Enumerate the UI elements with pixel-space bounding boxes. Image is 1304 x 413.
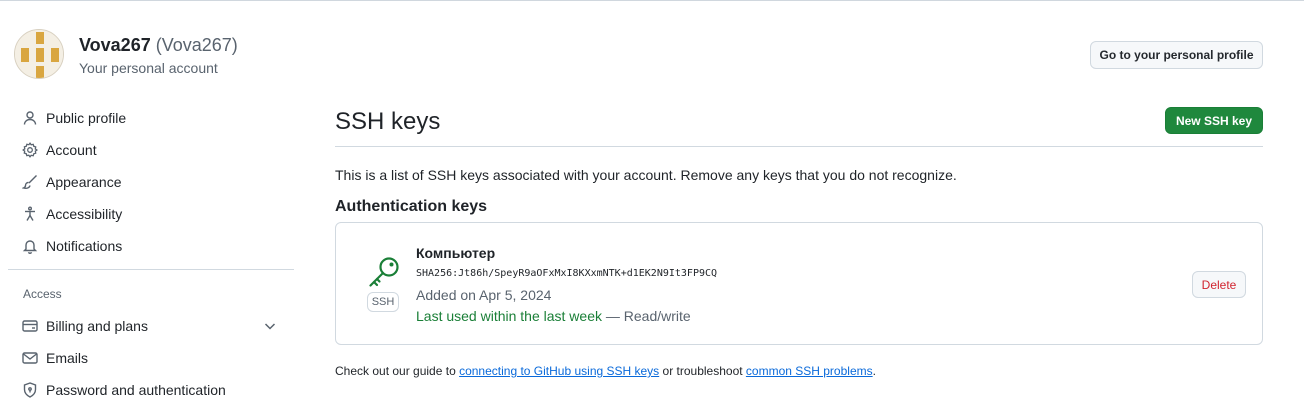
section-heading-authentication-keys: Authentication keys (335, 198, 488, 215)
key-added-date: Added on Apr 5, 2024 (416, 287, 552, 303)
sidebar-item-billing[interactable]: Billing and plans (17, 312, 292, 340)
footer-text-before: Check out our guide to (335, 364, 460, 378)
sidebar-item-label: Appearance (46, 174, 122, 190)
account-login: (Vova267) (155, 35, 238, 55)
intro-text: This is a list of SSH keys associated wi… (335, 167, 957, 183)
page-title: SSH keys (335, 108, 441, 135)
key-last-used: Last used within the last week (416, 308, 602, 324)
accessibility-icon (22, 206, 38, 222)
sidebar-item-accessibility[interactable]: Accessibility (17, 200, 292, 228)
ssh-badge: SSH (367, 292, 399, 312)
account-subtitle: Your personal account (79, 60, 218, 76)
link-ssh-problems[interactable]: common SSH problems (746, 364, 873, 378)
sidebar-item-label: Account (46, 142, 97, 158)
sidebar-item-emails[interactable]: Emails (17, 344, 292, 372)
avatar[interactable] (14, 29, 64, 79)
key-fingerprint: SHA256:Jt86h/SpeyR9aOFxMxI8KXxmNTK+d1EK2… (416, 268, 718, 279)
ssh-key-list (335, 222, 1263, 345)
sidebar-item-appearance[interactable]: Appearance (17, 168, 292, 196)
delete-key-button[interactable]: Delete (1192, 271, 1246, 298)
key-access: — Read/write (605, 308, 691, 324)
title-divider (335, 146, 1263, 147)
bell-icon (22, 238, 38, 254)
account-name: Vova267 (Vova267) (79, 35, 238, 56)
link-connecting-ssh[interactable]: connecting to GitHub using SSH keys (459, 364, 659, 378)
sidebar-item-password-auth[interactable]: Password and authentication (17, 376, 292, 404)
shield-lock-icon (22, 382, 38, 398)
sidebar-item-notifications[interactable]: Notifications (17, 232, 292, 260)
sidebar-divider (8, 269, 294, 270)
sidebar-item-label: Billing and plans (46, 318, 148, 334)
chevron-down-icon[interactable] (262, 318, 278, 334)
paintbrush-icon (22, 174, 38, 190)
footer-text-middle: or troubleshoot (659, 364, 746, 378)
footer-text-after: . (872, 364, 876, 378)
sidebar-item-label: Accessibility (46, 206, 123, 222)
go-to-profile-button[interactable]: Go to your personal profile (1090, 41, 1263, 69)
top-border (0, 0, 1304, 1)
account-display-name: Vova267 (79, 35, 151, 55)
new-ssh-key-button[interactable]: New SSH key (1165, 107, 1263, 134)
gear-icon (22, 142, 38, 158)
key-title: Компьютер (416, 245, 496, 261)
sidebar-item-account[interactable]: Account (17, 136, 292, 164)
sidebar-item-label: Password and authentication (46, 382, 226, 398)
sidebar-item-label: Notifications (46, 238, 123, 254)
key-usage: Last used within the last week — Read/wr… (416, 308, 691, 324)
footer-guide: Check out our guide to connecting to Git… (335, 364, 876, 378)
credit-card-icon (22, 318, 38, 334)
sidebar-item-public-profile[interactable]: Public profile (17, 104, 292, 132)
person-icon (22, 110, 38, 126)
sidebar-item-label: Emails (46, 350, 89, 366)
mail-icon (22, 350, 38, 366)
sidebar-heading-access: Access (23, 287, 62, 301)
sidebar-item-label: Public profile (46, 110, 127, 126)
key-icon (366, 254, 402, 290)
